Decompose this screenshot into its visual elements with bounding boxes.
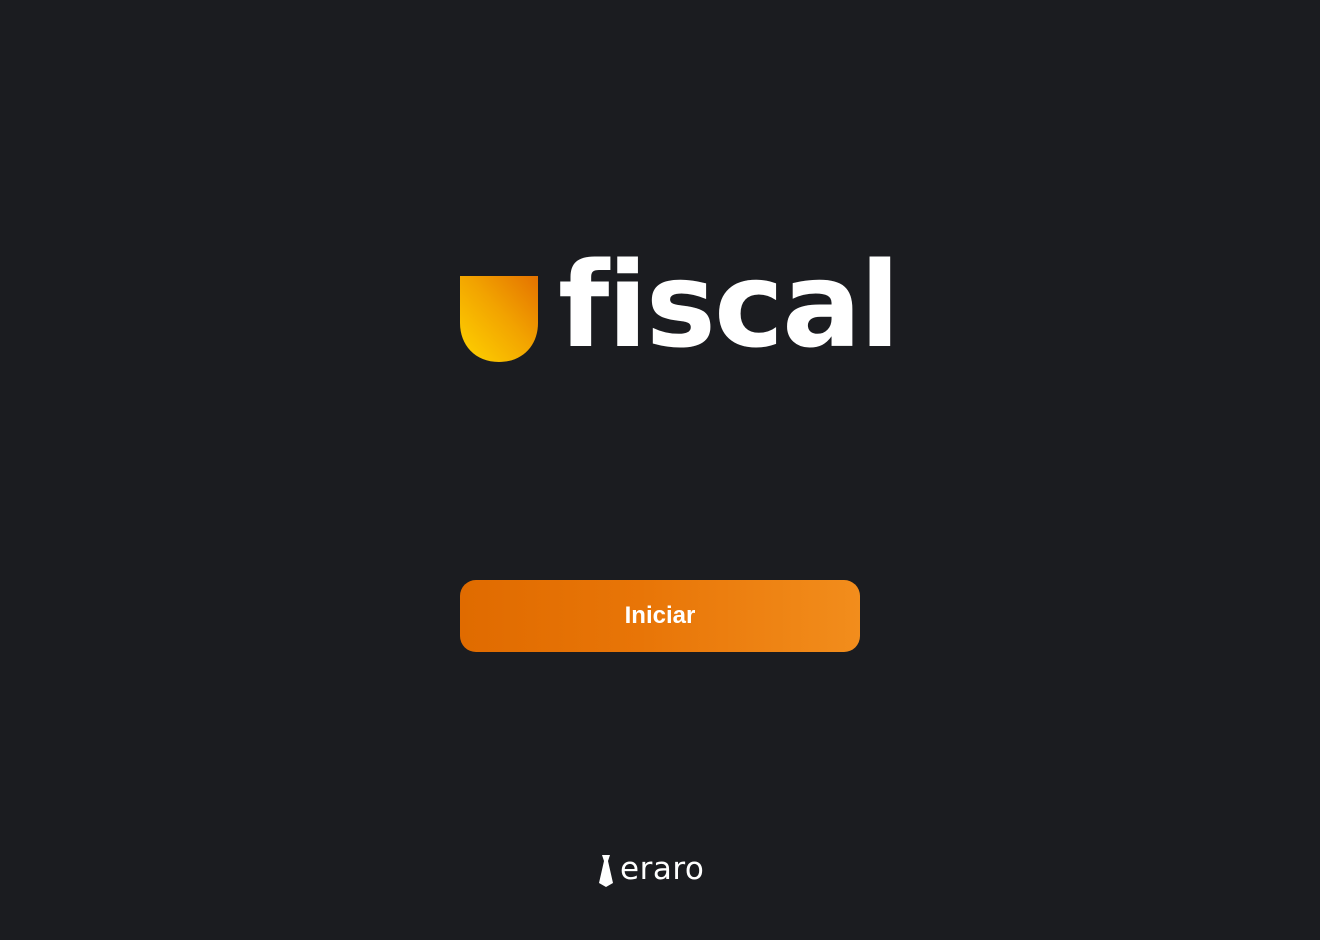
shield-icon	[460, 276, 538, 362]
app-logo-wordmark: fiscal	[558, 236, 900, 374]
start-button[interactable]: Iniciar	[460, 580, 860, 652]
footer-brand: eraro	[598, 851, 728, 890]
app-logo: fiscal	[460, 246, 900, 370]
tie-icon	[599, 855, 613, 887]
start-screen: fiscal Iniciar eraro	[0, 0, 1320, 940]
footer-brand-name: eraro	[620, 851, 705, 887]
